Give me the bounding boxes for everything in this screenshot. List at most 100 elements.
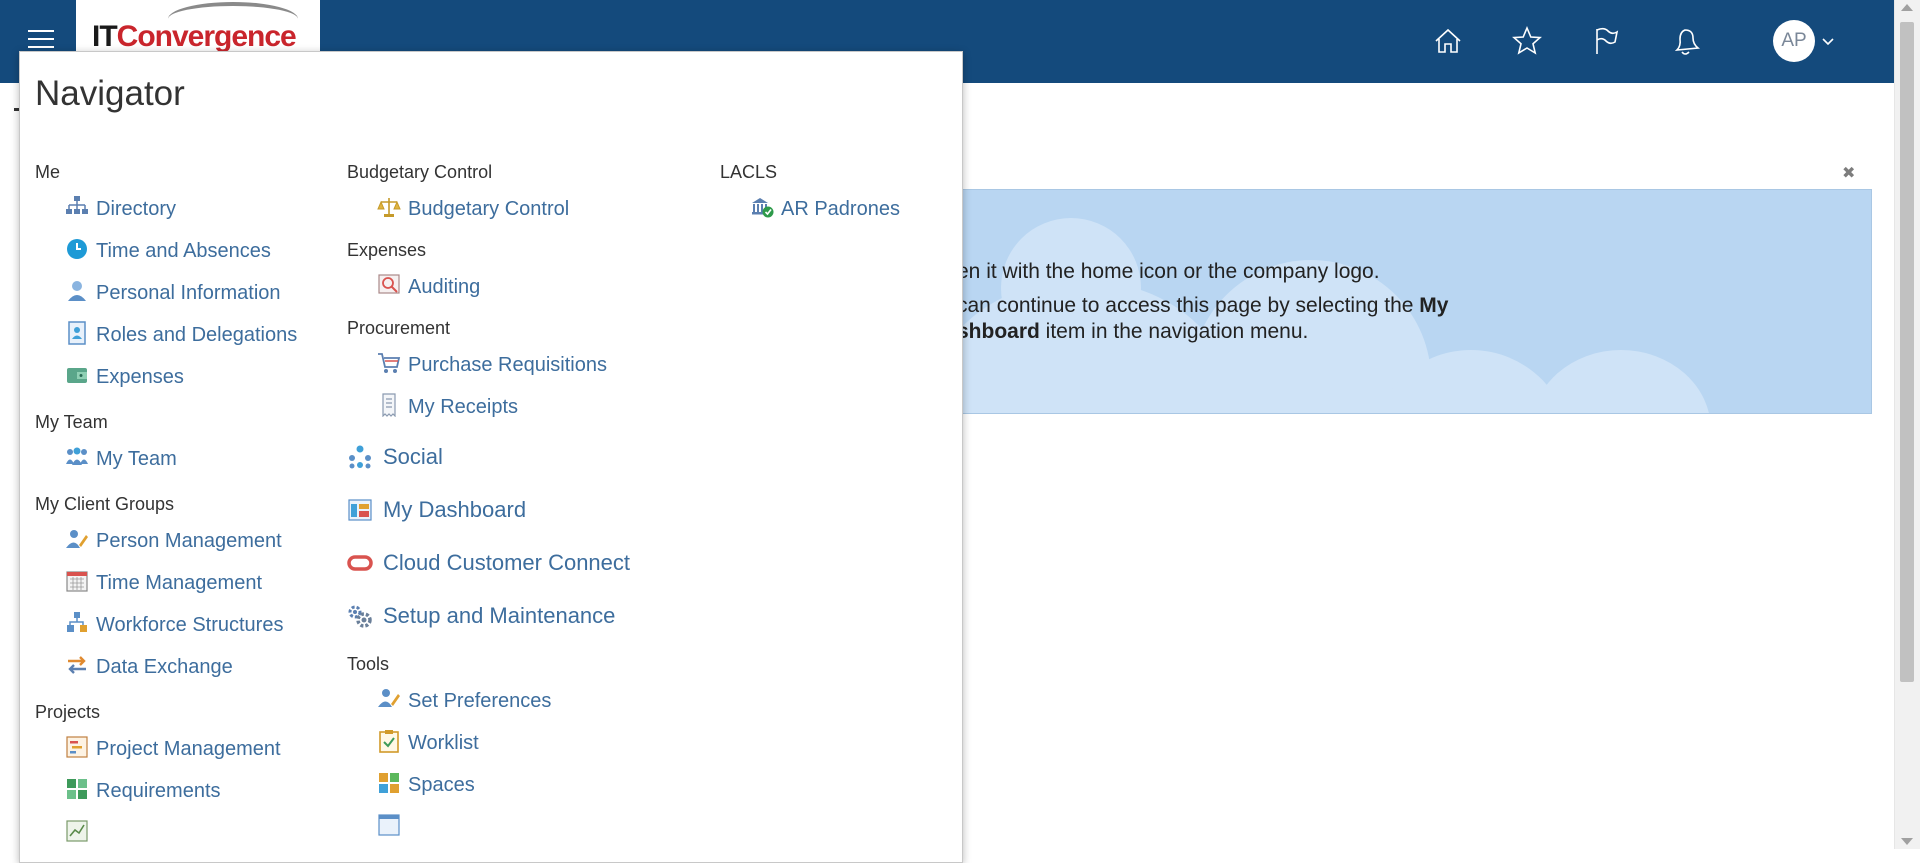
clipboard-check-icon bbox=[377, 729, 401, 753]
banner-line: shboard item in the navigation menu. bbox=[960, 320, 1309, 343]
nav-item-expenses[interactable]: Expenses bbox=[35, 362, 297, 404]
nav-item-label: My Team bbox=[96, 448, 177, 470]
group-heading-tools: Tools bbox=[347, 654, 390, 674]
navigator-column-2: Budgetary Control Budgetary Control Expe… bbox=[347, 162, 630, 854]
nav-item-label: Worklist bbox=[408, 732, 479, 754]
scroll-thumb[interactable] bbox=[1900, 22, 1914, 682]
nav-item-set-preferences[interactable]: Set Preferences bbox=[347, 686, 630, 728]
group-heading-lacls: LACLS bbox=[720, 162, 778, 182]
close-icon[interactable]: ✖ bbox=[1842, 166, 1858, 182]
group-heading-budgetary-control: Budgetary Control bbox=[347, 162, 493, 182]
nav-item-workforce-structures[interactable]: Workforce Structures bbox=[35, 610, 297, 652]
nav-item-auditing[interactable]: Auditing bbox=[347, 272, 630, 314]
nav-item-purchase-requisitions[interactable]: Purchase Requisitions bbox=[347, 350, 630, 392]
home-icon[interactable] bbox=[1430, 23, 1466, 59]
nav-item-my-dashboard[interactable]: My Dashboard bbox=[347, 495, 630, 548]
welcome-banner: en it with the home icon or the company … bbox=[960, 189, 1872, 414]
avatar[interactable]: AP bbox=[1773, 20, 1815, 62]
nav-item-label: Social bbox=[383, 444, 443, 469]
nav-item-label: Roles and Delegations bbox=[96, 324, 298, 346]
star-icon[interactable] bbox=[1509, 23, 1545, 59]
dashboard-icon bbox=[347, 497, 373, 523]
nav-item-social[interactable]: Social bbox=[347, 442, 630, 495]
nav-item-cloud-customer-connect[interactable]: Cloud Customer Connect bbox=[347, 548, 630, 601]
nav-item-partial[interactable] bbox=[347, 812, 630, 854]
nav-item-label: Set Preferences bbox=[408, 690, 552, 712]
scroll-down-arrow-icon[interactable] bbox=[1901, 838, 1913, 845]
group-heading-expenses: Expenses bbox=[347, 240, 427, 260]
nav-item-label: Expenses bbox=[96, 366, 184, 388]
nav-item-time-and-absences[interactable]: Time and Absences bbox=[35, 236, 297, 278]
id-badge-icon bbox=[65, 321, 89, 345]
nav-item-label: Cloud Customer Connect bbox=[383, 550, 631, 575]
nav-item-label: AR Padrones bbox=[781, 198, 900, 220]
flag-icon[interactable] bbox=[1588, 23, 1624, 59]
wallet-icon bbox=[65, 363, 89, 387]
nav-item-partial[interactable] bbox=[35, 818, 297, 860]
team-icon bbox=[65, 445, 89, 469]
structure-icon bbox=[65, 611, 89, 635]
nav-item-worklist[interactable]: Worklist bbox=[347, 728, 630, 770]
nav-item-label: Workforce Structures bbox=[96, 614, 284, 636]
nav-item-label: Budgetary Control bbox=[408, 198, 570, 220]
nav-item-roles-and-delegations[interactable]: Roles and Delegations bbox=[35, 320, 297, 362]
nav-item-label: Personal Information bbox=[96, 282, 281, 304]
chart-icon bbox=[65, 819, 89, 843]
nav-item-time-management[interactable]: Time Management bbox=[35, 568, 297, 610]
scales-icon bbox=[377, 195, 401, 219]
nav-item-label: Time and Absences bbox=[96, 240, 271, 262]
person-edit-icon bbox=[377, 687, 401, 711]
group-heading-my-client-groups: My Client Groups bbox=[35, 494, 175, 514]
group-heading-me: Me bbox=[35, 162, 61, 182]
nav-item-personal-information[interactable]: Personal Information bbox=[35, 278, 297, 320]
nav-item-setup-and-maintenance[interactable]: Setup and Maintenance bbox=[347, 601, 630, 654]
navigator-panel: Navigator Me Directory Time and Absences… bbox=[19, 51, 963, 863]
cloud-shape bbox=[1531, 350, 1711, 413]
nav-item-ar-padrones[interactable]: AR Padrones bbox=[720, 194, 900, 236]
group-heading-projects: Projects bbox=[35, 702, 101, 722]
nav-item-label: Setup and Maintenance bbox=[383, 603, 616, 628]
navigator-column-3: LACLS AR Padrones bbox=[720, 162, 900, 236]
org-chart-icon bbox=[65, 195, 89, 219]
nav-item-label: Auditing bbox=[408, 276, 481, 298]
requirements-icon bbox=[65, 777, 89, 801]
nav-item-my-team[interactable]: My Team bbox=[35, 444, 297, 486]
nav-item-label: Time Management bbox=[96, 572, 262, 594]
chevron-down-icon bbox=[1822, 38, 1834, 46]
person-icon bbox=[65, 279, 89, 303]
banner-line: en it with the home icon or the company … bbox=[960, 260, 1380, 283]
nav-item-label: Project Management bbox=[96, 738, 281, 760]
project-chart-icon bbox=[65, 735, 89, 759]
nav-item-label: Person Management bbox=[96, 530, 282, 552]
navigator-column-1: Me Directory Time and Absences Personal … bbox=[35, 162, 297, 860]
nav-item-label: My Dashboard bbox=[383, 497, 527, 522]
bank-check-icon bbox=[750, 195, 774, 219]
navigator-menu-icon[interactable] bbox=[28, 30, 54, 50]
nav-item-project-management[interactable]: Project Management bbox=[35, 734, 297, 776]
audit-magnifier-icon bbox=[377, 273, 401, 297]
scroll-up-arrow-icon[interactable] bbox=[1901, 4, 1913, 11]
nav-item-budgetary-control[interactable]: Budgetary Control bbox=[347, 194, 630, 236]
company-logo[interactable]: ITConvergence bbox=[76, 0, 320, 53]
nav-item-data-exchange[interactable]: Data Exchange bbox=[35, 652, 297, 694]
logo-text: ITConvergence bbox=[92, 20, 297, 53]
page-scrollbar[interactable] bbox=[1894, 0, 1920, 849]
nav-item-spaces[interactable]: Spaces bbox=[347, 770, 630, 812]
group-heading-my-team: My Team bbox=[35, 412, 108, 432]
calendar-icon bbox=[65, 569, 89, 593]
spaces-grid-icon bbox=[377, 771, 401, 795]
nav-item-label: Directory bbox=[96, 198, 177, 220]
user-menu[interactable]: AP bbox=[1773, 20, 1835, 62]
nav-item-label: Spaces bbox=[408, 774, 475, 796]
nav-item-requirements[interactable]: Requirements bbox=[35, 776, 297, 818]
header-actions: AP bbox=[1430, 20, 1835, 62]
nav-item-label: Data Exchange bbox=[96, 656, 233, 678]
oracle-link-icon bbox=[347, 550, 373, 576]
nav-item-my-receipts[interactable]: My Receipts bbox=[347, 392, 630, 434]
nav-item-label: Requirements bbox=[96, 780, 221, 802]
nav-item-person-management[interactable]: Person Management bbox=[35, 526, 297, 568]
nav-item-directory[interactable]: Directory bbox=[35, 194, 297, 236]
receipt-icon bbox=[377, 393, 401, 418]
bell-icon[interactable] bbox=[1667, 23, 1703, 59]
exchange-arrows-icon bbox=[65, 653, 89, 677]
